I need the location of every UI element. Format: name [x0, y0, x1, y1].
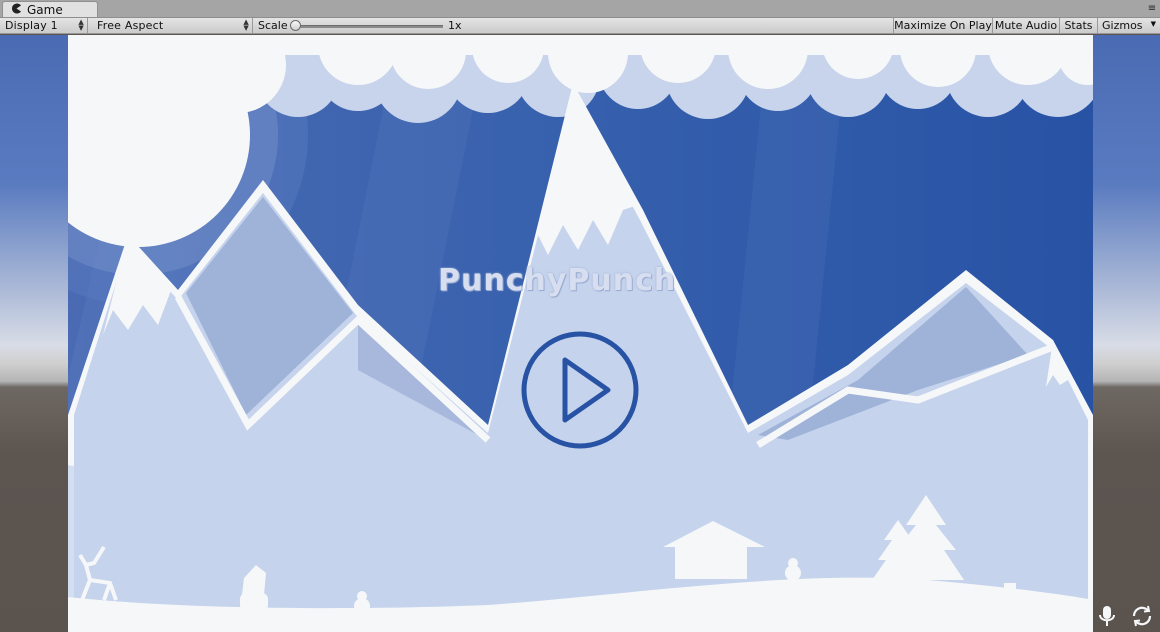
letterbox-right: [1093, 35, 1160, 632]
stats-button[interactable]: Stats: [1059, 18, 1097, 33]
display-select[interactable]: Display 1 ▲ ▼: [0, 18, 88, 33]
tab-game[interactable]: Game: [2, 1, 98, 17]
gizmos-label: Gizmos: [1102, 19, 1143, 32]
select-arrows-icon: ▲ ▼: [78, 18, 84, 32]
tab-menu-icon[interactable]: ≡: [1146, 2, 1158, 14]
mute-audio-label: Mute Audio: [994, 19, 1058, 32]
refresh-icon[interactable]: [1130, 604, 1154, 628]
pacman-game-icon: [11, 3, 22, 17]
mute-audio-button[interactable]: Mute Audio: [992, 18, 1059, 33]
scale-slider-thumb[interactable]: [290, 20, 301, 31]
aspect-select[interactable]: Free Aspect ▲ ▼: [92, 18, 253, 33]
maximize-on-play-button[interactable]: Maximize On Play: [893, 18, 992, 33]
stats-label: Stats: [1064, 19, 1093, 32]
game-toolbar: Display 1 ▲ ▼ Free Aspect ▲ ▼ Scale 1x Max…: [0, 18, 1160, 34]
letterbox-left: [0, 35, 68, 632]
play-icon: [521, 331, 639, 449]
game-viewport[interactable]: PunchyPunch: [68, 35, 1093, 632]
play-button[interactable]: [520, 330, 640, 450]
dropdown-arrow-icon: ▼: [1150, 20, 1156, 28]
scale-slider-track[interactable]: [293, 25, 443, 28]
tab-label: Game: [27, 2, 63, 17]
select-arrows-icon: ▲ ▼: [243, 18, 249, 32]
scale-label: Scale: [258, 19, 288, 32]
gizmos-dropdown[interactable]: Gizmos ▼: [1097, 18, 1160, 33]
maximize-on-play-label: Maximize On Play: [894, 19, 992, 32]
scale-control: Scale 1x: [253, 18, 893, 33]
signpost: [1004, 583, 1016, 593]
tab-strip: Game ≡: [0, 0, 1160, 18]
aspect-select-value: Free Aspect: [97, 19, 164, 32]
game-logo: PunchyPunch: [438, 263, 677, 298]
display-select-value: Display 1: [5, 19, 58, 32]
scale-value: 1x: [448, 19, 462, 32]
microphone-icon[interactable]: [1098, 604, 1116, 628]
